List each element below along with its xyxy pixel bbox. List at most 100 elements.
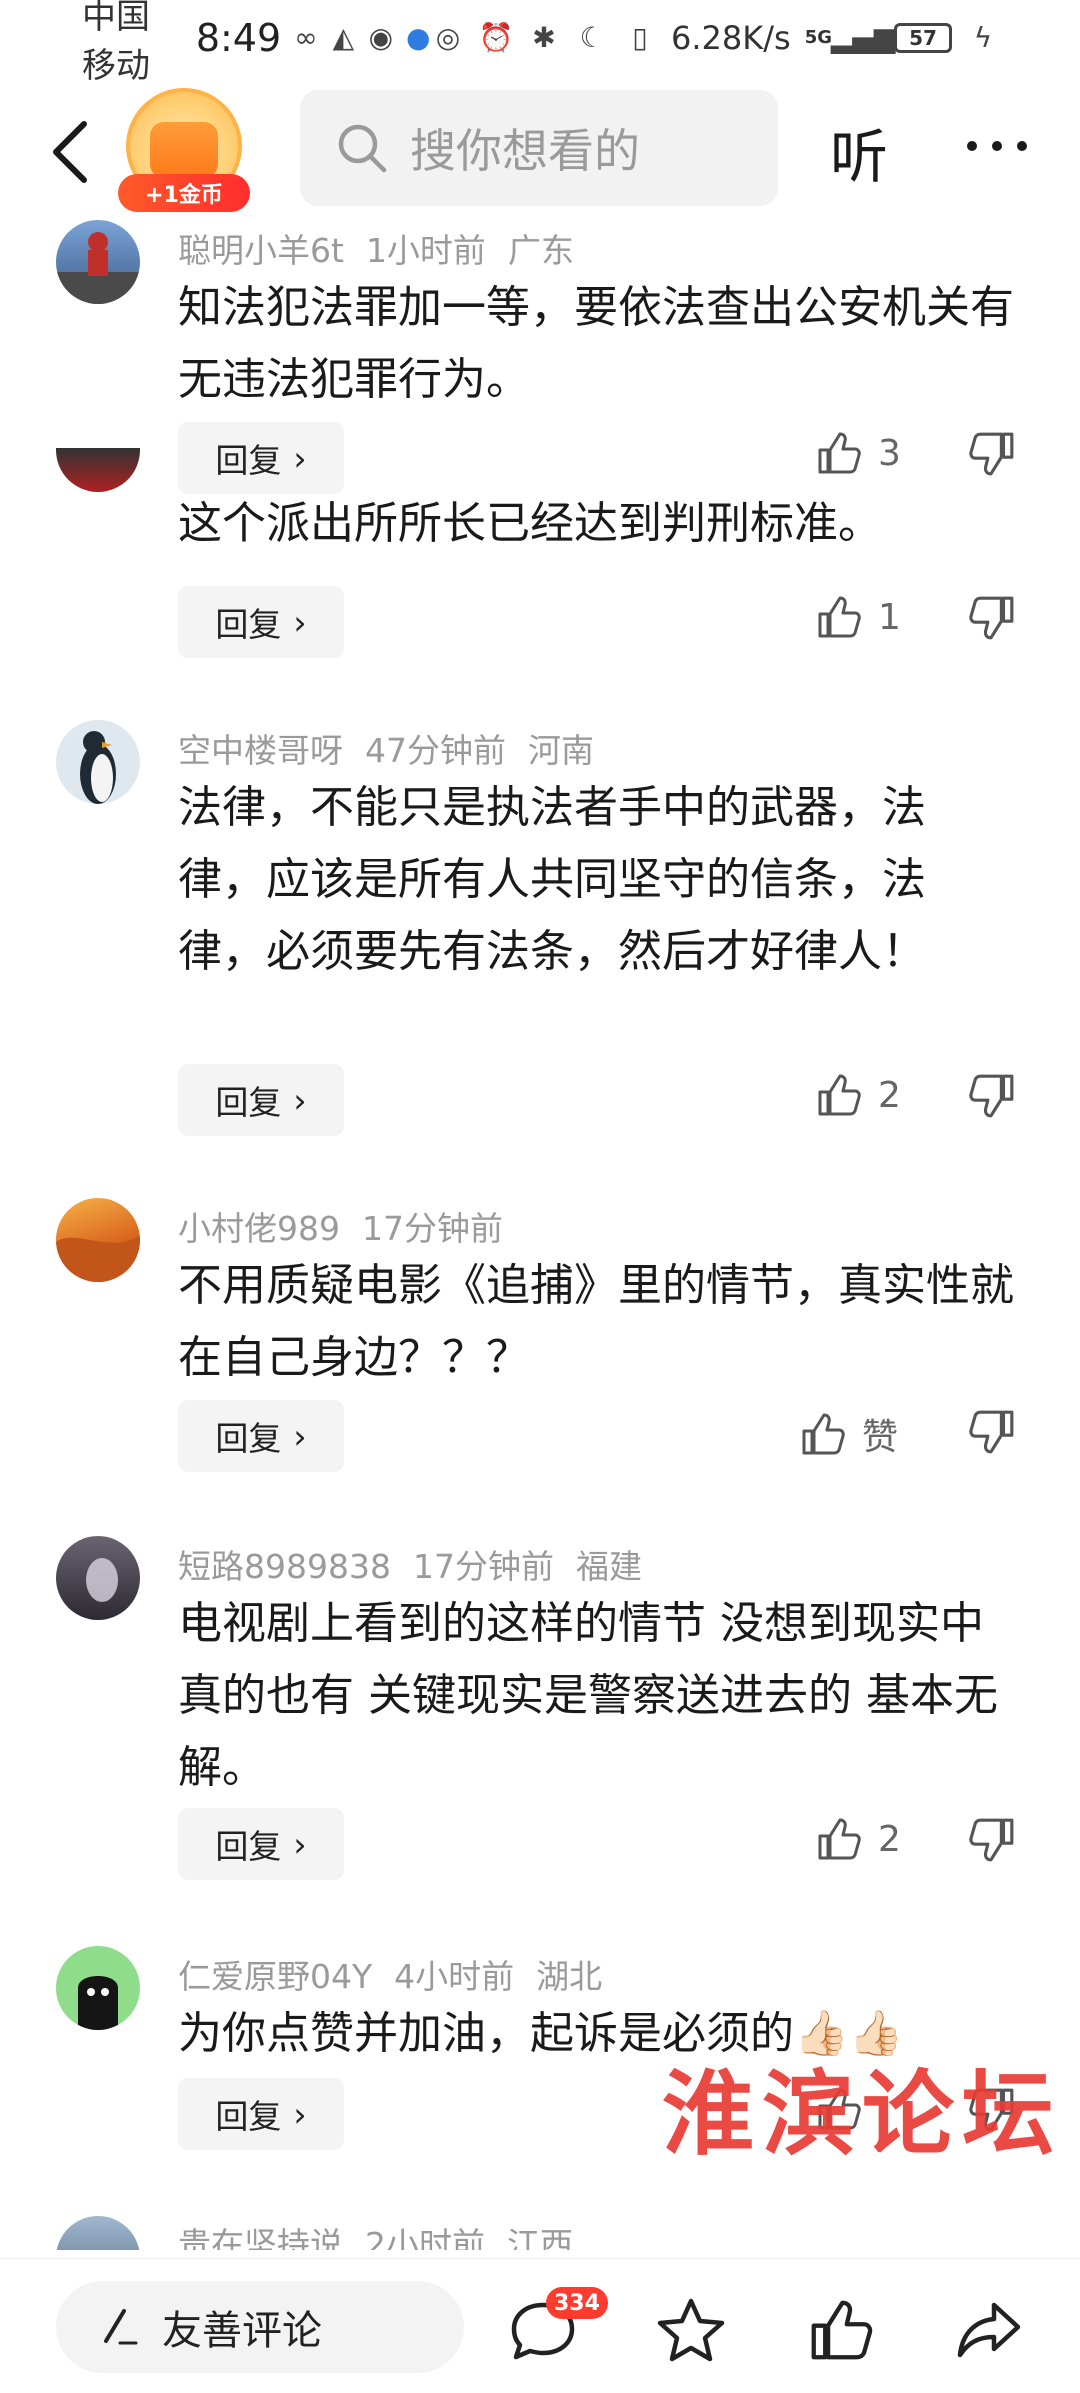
favorite-button[interactable]	[656, 2297, 726, 2363]
username[interactable]: 空中楼哥呀	[178, 731, 343, 770]
dislike-button[interactable]	[968, 1408, 1016, 1456]
comment-meta: 仁爱原野04Y 4小时前 湖北	[178, 1950, 624, 1998]
username[interactable]: 聪明小羊6t	[178, 231, 344, 270]
reply-label: 回复	[215, 2097, 282, 2136]
location: 广东	[507, 231, 574, 270]
avatar[interactable]	[56, 220, 140, 304]
clock: 8:49	[195, 15, 282, 60]
comment-meta: 空中楼哥呀 47分钟前 河南	[178, 724, 616, 772]
comment-text: 电视剧上看到的这样的情节 没想到现实中真的也有 关键现实是警察送进去的 基本无解…	[178, 1598, 998, 1793]
link-icon: ∞	[294, 21, 318, 54]
chevron-right-icon: ›	[293, 1416, 307, 1456]
thumbs-up-icon	[802, 1413, 845, 1455]
thumbs-down-icon	[969, 1410, 1014, 1454]
like-button[interactable]: 2	[816, 1816, 901, 1862]
dislike-button[interactable]	[968, 594, 1016, 642]
chevron-right-icon: ›	[293, 2094, 307, 2134]
avatar-image	[56, 232, 140, 304]
reply-button[interactable]: 回复 ›	[178, 1808, 344, 1880]
comment-text: 不用质疑电影《追捕》里的情节，真实性就在自己身边？？？	[178, 1260, 1014, 1383]
avatar[interactable]	[56, 2216, 140, 2250]
like-count: 3	[878, 432, 901, 474]
listen-button[interactable]: 听	[830, 110, 888, 194]
like-button[interactable]: 赞	[800, 1408, 898, 1460]
mask-avatar-image	[86, 1558, 118, 1602]
thumbs-down-icon	[969, 1074, 1014, 1118]
comment-input[interactable]: 友善评论	[56, 2281, 464, 2373]
avatar[interactable]	[56, 720, 140, 804]
comment-meta: 聪明小羊6t 1小时前 广东	[178, 224, 596, 272]
eye-icon: ◎	[435, 21, 461, 54]
avatar[interactable]	[56, 1536, 140, 1620]
reply-button[interactable]: 回复 ›	[178, 1400, 344, 1472]
reply-button[interactable]: 回复 ›	[178, 422, 344, 494]
more-button[interactable]	[962, 116, 1032, 176]
like-article-button[interactable]	[806, 2297, 876, 2363]
comment-count-badge: 334	[546, 2287, 608, 2319]
reply-label: 回复	[215, 1827, 282, 1866]
vibrate-icon: ▯	[632, 21, 648, 54]
location: 湖北	[536, 1957, 603, 1996]
comment-text: 知法犯法罪加一等，要依法查出公安机关有无违法犯罪行为。	[178, 282, 1014, 405]
back-button[interactable]	[44, 116, 104, 188]
avatar[interactable]	[56, 448, 140, 492]
reply-button[interactable]: 回复 ›	[178, 1064, 344, 1136]
username[interactable]: 短路8989838	[178, 1547, 391, 1586]
penguin-avatar-image	[80, 731, 116, 804]
chevron-right-icon: ›	[293, 602, 307, 642]
thumbs-down-icon	[969, 596, 1014, 640]
comment-text: 这个派出所所长已经达到判刑标准。	[178, 498, 882, 549]
like-button[interactable]: 1	[816, 594, 901, 640]
timestamp: 17分钟前	[412, 1547, 554, 1586]
comment-text: 法律，不能只是执法者手中的武器，法律，应该是所有人共同坚守的信条，法律，必须要先…	[178, 782, 926, 977]
username[interactable]: 贵在坚持说	[178, 2225, 343, 2250]
chevron-left-icon	[53, 121, 87, 183]
timestamp: 1小时前	[365, 231, 486, 270]
battery-icon: 57	[894, 22, 952, 53]
reply-button[interactable]: 回复 ›	[178, 586, 344, 658]
search-input[interactable]: 搜你想看的	[300, 90, 778, 206]
app-icon: ●	[406, 21, 431, 54]
location: 江西	[507, 2225, 573, 2250]
location: 福建	[575, 1547, 642, 1586]
page: 中国移动 8:49 ∞ ◭ ◉ ● ◎ ⏰ ✱ ☾ ▯ 6.28K/s 5G ▂…	[0, 0, 1080, 2393]
like-count: 1	[878, 596, 901, 638]
share-button[interactable]	[954, 2297, 1024, 2363]
watermark: 淮滨论坛	[662, 2060, 1063, 2168]
desert-avatar-image	[56, 1236, 140, 1282]
search-icon	[338, 124, 387, 173]
thumbs-up-icon	[811, 2300, 873, 2360]
timestamp: 47分钟前	[365, 731, 506, 770]
chevron-right-icon: ›	[293, 438, 307, 478]
qq-icon: ◭	[332, 21, 355, 54]
pen-icon	[104, 2309, 138, 2345]
comment-placeholder: 友善评论	[162, 2308, 322, 2354]
alarm-icon: ⏰	[478, 21, 514, 54]
comment-meta: 贵在坚持说 2小时前 江西	[178, 2218, 595, 2250]
like-button[interactable]: 2	[816, 1072, 901, 1118]
search-placeholder: 搜你想看的	[410, 124, 640, 178]
star-icon	[657, 2298, 725, 2362]
username[interactable]: 小村佬989	[178, 1209, 340, 1248]
signal-icon: ▂▄▆	[830, 21, 896, 54]
thumbs-up-icon	[818, 596, 861, 638]
dislike-button[interactable]	[968, 1816, 1016, 1864]
avatar[interactable]	[56, 1198, 140, 1282]
username[interactable]: 仁爱原野04Y	[178, 1957, 372, 1996]
share-arrow-icon	[957, 2302, 1021, 2358]
timestamp: 17分钟前	[362, 1209, 503, 1248]
thumbs-down-icon	[969, 1818, 1014, 1862]
dislike-button[interactable]	[968, 430, 1016, 478]
ghost-avatar-image	[78, 1976, 118, 2030]
reply-label: 回复	[215, 1419, 282, 1458]
coin-reward-button[interactable]: +1金币	[118, 88, 250, 212]
thumbs-down-icon	[969, 432, 1014, 476]
bluetooth-icon: ✱	[532, 21, 556, 54]
reply-button[interactable]: 回复 ›	[178, 2078, 344, 2150]
thumbs-up-icon	[818, 1818, 861, 1860]
reply-label: 回复	[215, 441, 282, 480]
like-button[interactable]: 3	[816, 430, 901, 476]
wechat-icon: ◉	[368, 21, 394, 54]
dislike-button[interactable]	[968, 1072, 1016, 1120]
avatar[interactable]	[56, 1946, 140, 2030]
